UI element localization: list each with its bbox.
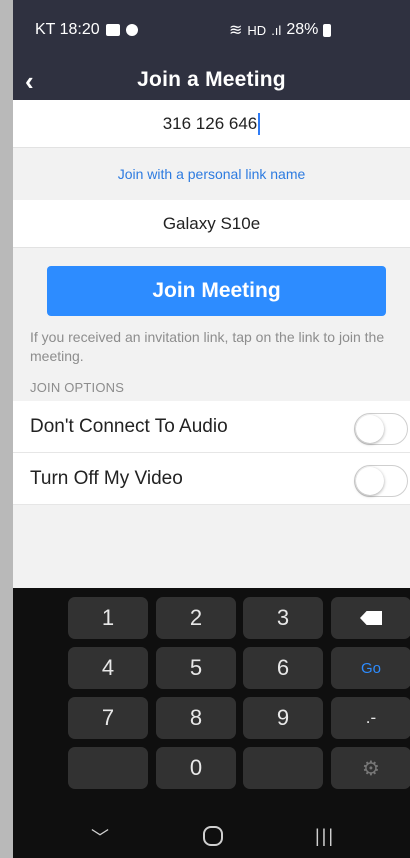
- personal-link-link[interactable]: Join with a personal link name: [13, 148, 410, 200]
- recents-icon[interactable]: |||: [315, 826, 335, 847]
- key-9[interactable]: 9: [243, 697, 323, 739]
- key-2[interactable]: 2: [156, 597, 236, 639]
- status-right: ≋ HD .ıl 28%: [229, 20, 332, 40]
- backspace-icon: [360, 611, 382, 625]
- meeting-id-value: 316 126 646: [162, 113, 258, 133]
- gallery-icon: [105, 24, 120, 36]
- video-toggle[interactable]: [354, 465, 408, 497]
- key-6[interactable]: 6: [243, 647, 323, 689]
- blank-key[interactable]: [68, 747, 148, 789]
- backspace-key[interactable]: [331, 597, 410, 639]
- toggle-knob: [356, 415, 384, 443]
- system-nav-bar: ﹀ |||: [13, 826, 410, 848]
- key-4[interactable]: 4: [68, 647, 148, 689]
- option-label: Turn Off My Video: [30, 467, 183, 489]
- key-8[interactable]: 8: [156, 697, 236, 739]
- back-icon[interactable]: ‹: [25, 66, 34, 97]
- app-screen: KT 18:20 ≋ HD .ıl 28% ‹ Join a Meeting 3…: [13, 0, 410, 858]
- home-icon[interactable]: [203, 826, 223, 846]
- status-bar: KT 18:20 ≋ HD .ıl 28%: [13, 0, 410, 60]
- title-bar: ‹ Join a Meeting: [13, 60, 410, 100]
- option-label: Don't Connect To Audio: [30, 415, 228, 437]
- option-turn-off-video: Turn Off My Video: [13, 453, 410, 505]
- chevron-down-icon[interactable]: ﹀: [91, 824, 109, 850]
- key-1[interactable]: 1: [68, 597, 148, 639]
- audio-toggle[interactable]: [354, 413, 408, 445]
- key-0[interactable]: 0: [156, 747, 236, 789]
- chat-icon: [125, 24, 138, 36]
- key-5[interactable]: 5: [156, 647, 236, 689]
- key-7[interactable]: 7: [68, 697, 148, 739]
- numeric-keyboard: 1 2 3 4 5 6 Go 7 8 9 .- 0 ⚙ ﹀ |||: [13, 588, 410, 858]
- dot-dash-key[interactable]: .-: [331, 697, 410, 739]
- join-options-label: JOIN OPTIONS: [30, 380, 125, 395]
- option-dont-connect-audio: Don't Connect To Audio: [13, 401, 410, 453]
- wifi-icon: ≋: [229, 22, 243, 39]
- settings-key[interactable]: ⚙: [331, 747, 410, 789]
- gear-icon: ⚙: [362, 757, 380, 780]
- join-meeting-button[interactable]: Join Meeting: [47, 266, 386, 316]
- display-name-value: Galaxy S10e: [162, 213, 261, 233]
- meeting-id-input[interactable]: 316 126 646: [13, 100, 410, 148]
- status-left: KT 18:20: [35, 21, 138, 39]
- toggle-knob: [356, 467, 384, 495]
- text-cursor: [258, 112, 261, 135]
- carrier-time: KT 18:20: [35, 21, 100, 38]
- hd-icon: HD: [247, 22, 267, 38]
- battery-icon: [323, 23, 332, 37]
- battery-level: 28%: [286, 21, 319, 38]
- display-name-input[interactable]: Galaxy S10e: [13, 200, 410, 248]
- blank-key[interactable]: [243, 747, 323, 789]
- key-3[interactable]: 3: [243, 597, 323, 639]
- invitation-hint: If you received an invitation link, tap …: [30, 329, 385, 364]
- signal-icon: .ıl: [271, 22, 282, 38]
- go-key[interactable]: Go: [331, 647, 410, 689]
- page-title: Join a Meeting: [137, 68, 286, 91]
